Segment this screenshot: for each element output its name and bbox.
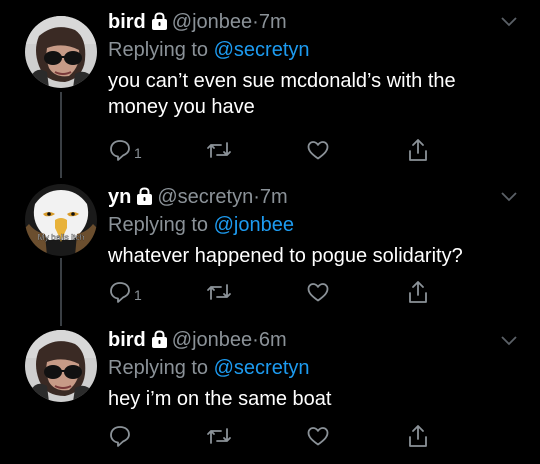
tweet[interactable]: bird @jonbee·6m Replying to @secretyn hey… xyxy=(0,321,540,464)
retweet-icon xyxy=(207,284,231,300)
avatar[interactable] xyxy=(25,330,97,402)
eagle-avatar-image: My balls itch xyxy=(25,184,97,256)
replying-to: Replying to @jonbee xyxy=(108,211,508,239)
chevron-down-icon[interactable] xyxy=(500,16,518,28)
share-icon xyxy=(409,139,427,161)
replying-to-label: Replying to xyxy=(108,357,214,379)
tweet[interactable]: My balls itch yn @secretyn·7m Replying to… xyxy=(0,175,540,321)
tweet-text: you can’t even sue mcdonald’s with the m… xyxy=(108,70,456,118)
like-icon xyxy=(307,141,329,160)
retweet-icon xyxy=(207,142,231,158)
share-button[interactable] xyxy=(406,135,430,165)
tweet-text: whatever happened to pogue solidarity? xyxy=(108,245,463,267)
chevron-down-icon[interactable] xyxy=(500,335,518,347)
tweet[interactable]: bird @jonbee·7m Replying to @secretyn you… xyxy=(0,0,540,175)
person-avatar-image xyxy=(25,330,97,402)
retweet-icon xyxy=(207,428,231,444)
display-name[interactable]: yn xyxy=(108,186,131,208)
avatar-caption: My balls itch xyxy=(38,232,85,242)
mention-link[interactable]: @secretyn xyxy=(214,357,310,379)
share-icon xyxy=(409,425,427,447)
retweet-button[interactable] xyxy=(206,421,232,451)
display-name[interactable]: bird xyxy=(108,329,146,351)
mention-link[interactable]: @secretyn xyxy=(214,39,310,61)
separator-dot: · xyxy=(252,11,259,33)
replying-to-label: Replying to xyxy=(108,214,214,236)
action-bar: 1 xyxy=(108,277,438,307)
tweet-header: bird @jonbee·7m xyxy=(108,8,508,36)
reply-button[interactable] xyxy=(108,421,134,451)
tweet-text: hey i’m on the same boat xyxy=(108,388,332,410)
lock-icon xyxy=(151,329,168,357)
separator-dot: · xyxy=(253,186,260,208)
share-button[interactable] xyxy=(406,421,430,451)
lock-icon xyxy=(136,186,153,214)
reply-count: 1 xyxy=(134,287,142,303)
mention-link[interactable]: @jonbee xyxy=(214,214,294,236)
reply-icon xyxy=(110,426,130,447)
retweet-button[interactable] xyxy=(206,277,232,307)
lock-icon xyxy=(151,11,168,39)
user-handle[interactable]: @jonbee xyxy=(172,11,252,33)
like-button[interactable] xyxy=(306,135,330,165)
replying-to-label: Replying to xyxy=(108,39,214,61)
chevron-down-icon[interactable] xyxy=(500,191,518,203)
like-icon xyxy=(307,283,329,302)
reply-button[interactable]: 1 xyxy=(108,277,142,307)
avatar[interactable]: My balls itch xyxy=(25,184,97,256)
share-icon xyxy=(409,281,427,303)
timestamp[interactable]: 7m xyxy=(259,11,287,33)
replying-to: Replying to @secretyn xyxy=(108,354,508,382)
timestamp[interactable]: 6m xyxy=(259,329,287,351)
replying-to: Replying to @secretyn xyxy=(108,36,508,64)
separator-dot: · xyxy=(252,329,259,351)
reply-icon xyxy=(110,140,130,161)
person-avatar-image xyxy=(25,16,97,88)
user-handle[interactable]: @jonbee xyxy=(172,329,252,351)
tweet-header: yn @secretyn·7m xyxy=(108,183,508,211)
action-bar xyxy=(108,421,438,451)
like-button[interactable] xyxy=(306,277,330,307)
retweet-button[interactable] xyxy=(206,135,232,165)
timestamp[interactable]: 7m xyxy=(260,186,288,208)
reply-count: 1 xyxy=(134,145,142,161)
action-bar: 1 xyxy=(108,135,438,165)
avatar[interactable] xyxy=(25,16,97,88)
like-button[interactable] xyxy=(306,421,330,451)
user-handle[interactable]: @secretyn xyxy=(157,186,253,208)
reply-icon xyxy=(110,282,130,303)
share-button[interactable] xyxy=(406,277,430,307)
like-icon xyxy=(307,427,329,446)
display-name[interactable]: bird xyxy=(108,11,146,33)
reply-button[interactable]: 1 xyxy=(108,135,142,165)
tweet-header: bird @jonbee·6m xyxy=(108,326,508,354)
